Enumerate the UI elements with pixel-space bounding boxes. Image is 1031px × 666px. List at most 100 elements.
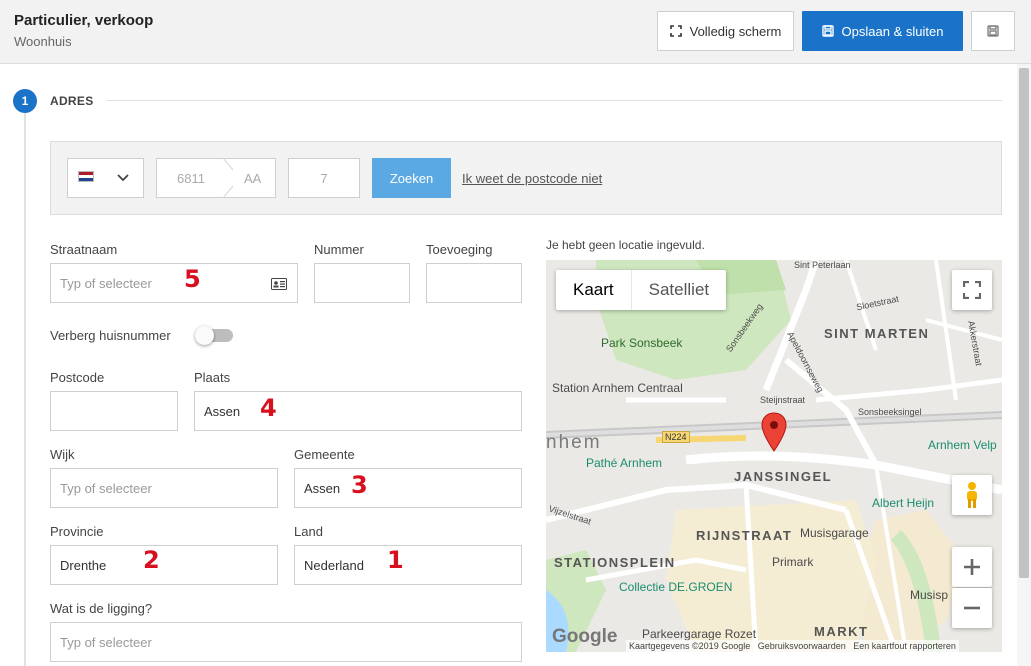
nummer-input[interactable] <box>314 263 410 303</box>
fullscreen-icon <box>963 281 981 299</box>
zoom-out-button[interactable] <box>952 588 992 628</box>
map-pin-icon <box>761 412 787 452</box>
marker-1: 1 <box>387 546 404 574</box>
step-title: ADRES <box>50 94 94 108</box>
provincie-input[interactable]: Drenthe <box>50 545 278 585</box>
wijk-label: Wijk <box>50 447 75 462</box>
page-subtitle: Woonhuis <box>14 34 72 49</box>
marker-3: 3 <box>351 471 368 499</box>
postcode-letters-placeholder: AA <box>244 170 262 186</box>
fullscreen-label: Volledig scherm <box>689 23 782 39</box>
zoom-in-button[interactable] <box>952 547 992 587</box>
pegman-icon <box>967 482 977 508</box>
wijk-input[interactable]: Typ of selecteer <box>50 468 278 508</box>
save-close-label: Opslaan & sluiten <box>841 23 944 39</box>
wijk-placeholder: Typ of selecteer <box>60 480 152 496</box>
map-label-janssingel: JANSSINGEL <box>734 469 833 484</box>
top-bar: Particulier, verkoop Woonhuis Volledig s… <box>0 0 1031 64</box>
zoom-in-icon <box>964 559 980 575</box>
search-button[interactable]: Zoeken <box>372 158 451 198</box>
map-notice: Je hebt geen locatie ingevuld. <box>546 238 705 252</box>
ligging-label: Wat is de ligging? <box>50 601 153 616</box>
fullscreen-icon <box>669 25 682 37</box>
google-logo: Google <box>552 626 618 647</box>
land-label: Land <box>294 524 323 539</box>
gemeente-input[interactable]: Assen <box>294 468 522 508</box>
marker-4: 4 <box>260 394 277 422</box>
save-close-button[interactable]: Opslaan & sluiten <box>802 11 963 51</box>
map[interactable]: Kaart Satelliet Park Sonsbeek Station Ar… <box>546 260 1002 652</box>
map-label-stationsplein: STATIONSPLEIN <box>554 555 676 570</box>
map-type-tabs: Kaart Satelliet <box>556 270 727 310</box>
land-input[interactable]: Nederland <box>294 545 522 585</box>
marker-5: 5 <box>184 265 201 293</box>
postcode-label: Postcode <box>50 370 105 385</box>
scrollbar-thumb[interactable] <box>1019 68 1029 578</box>
land-value: Nederland <box>304 557 364 573</box>
id-card-icon <box>271 278 287 290</box>
map-label-primark: Primark <box>772 555 814 569</box>
map-footer: Kaartgegevens ©2019 Google Gebruiksvoorw… <box>626 640 959 652</box>
plaats-label: Plaats <box>194 370 231 385</box>
map-label-parkeergarage: Parkeergarage Rozet <box>642 627 757 641</box>
fullscreen-button[interactable]: Volledig scherm <box>657 11 794 51</box>
house-number-search-input[interactable]: 7 <box>288 158 360 198</box>
map-copyright: Kaartgegevens ©2019 Google <box>629 641 751 651</box>
map-terms-link[interactable]: Gebruiksvoorwaarden <box>758 641 846 651</box>
map-label-arnhem: nhem <box>546 432 602 453</box>
map-fullscreen-button[interactable] <box>952 270 992 310</box>
flag-nl-icon <box>78 171 94 182</box>
unknown-postcode-link[interactable]: Ik weet de postcode niet <box>462 171 602 186</box>
zoom-out-icon <box>964 606 980 610</box>
page-title: Particulier, verkoop <box>14 12 154 29</box>
map-report-link[interactable]: Een kaartfout rapporteren <box>853 641 956 651</box>
map-label-n224: N224 <box>662 431 690 443</box>
straatnaam-label: Straatnaam <box>50 242 118 257</box>
map-label-collectie: Collectie DE.GROEN <box>619 580 733 594</box>
map-label-rijnstraat: RIJNSTRAAT <box>696 528 793 543</box>
map-label-sonsbeeksingel: Sonsbeeksingel <box>858 407 922 417</box>
house-number-placeholder: 7 <box>320 170 328 186</box>
map-label-arnhem-velp: Arnhem Velp <box>928 438 997 452</box>
step-number: 1 <box>13 89 37 113</box>
map-label-sint-marten: SINT MARTEN <box>824 326 930 341</box>
verberg-huisnummer-label: Verberg huisnummer <box>50 328 171 343</box>
postcode-input[interactable] <box>50 391 178 431</box>
chevron-down-icon <box>117 174 129 182</box>
toevoeging-label: Toevoeging <box>426 242 493 257</box>
pegman-button[interactable] <box>952 475 992 515</box>
verberg-huisnummer-toggle[interactable] <box>195 326 233 345</box>
map-label-park: Park Sonsbeek <box>601 336 683 350</box>
postcode-digits-placeholder: 6811 <box>177 170 205 186</box>
nummer-label: Nummer <box>314 242 364 257</box>
map-label-musisgarage: Musisgarage <box>800 526 869 540</box>
disk-icon <box>987 25 999 37</box>
gemeente-label: Gemeente <box>294 447 355 462</box>
map-label-sint-peterlaan: Sint Peterlaan <box>794 260 851 270</box>
straatnaam-input[interactable]: Typ of selecteer <box>50 263 298 303</box>
country-select[interactable] <box>67 158 144 198</box>
postcode-search-input[interactable]: 6811 AA <box>156 158 276 198</box>
provincie-label: Provincie <box>50 524 104 539</box>
gemeente-value: Assen <box>304 480 341 496</box>
toevoeging-input[interactable] <box>426 263 522 303</box>
divider <box>106 100 1002 101</box>
tab-kaart[interactable]: Kaart <box>556 270 631 310</box>
map-label-steijnstraat: Steijnstraat <box>760 395 806 405</box>
map-label-albert-heijn: Albert Heijn <box>872 496 935 510</box>
map-label-markt: MARKT <box>814 624 869 639</box>
map-label-musisp: Musisp <box>910 588 949 602</box>
straatnaam-placeholder: Typ of selecteer <box>60 275 152 291</box>
plaats-value: Assen <box>204 403 241 419</box>
map-label-station: Station Arnhem Centraal <box>552 381 683 395</box>
marker-2: 2 <box>143 546 160 574</box>
provincie-value: Drenthe <box>60 557 107 573</box>
tab-satelliet[interactable]: Satelliet <box>630 270 726 310</box>
ligging-placeholder: Typ of selecteer <box>60 634 152 650</box>
ligging-input[interactable]: Typ of selecteer <box>50 622 522 662</box>
save-icon <box>821 25 834 37</box>
map-label-pathe: Pathé Arnhem <box>586 456 663 470</box>
save-button[interactable] <box>971 11 1015 51</box>
plaats-input[interactable]: Assen <box>194 391 522 431</box>
step-line <box>24 112 26 666</box>
